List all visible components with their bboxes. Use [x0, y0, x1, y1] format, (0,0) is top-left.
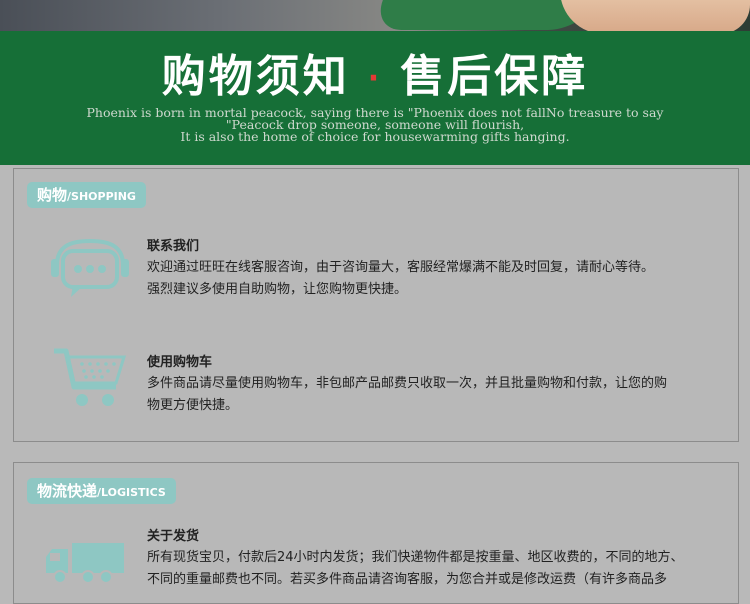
title-banner: 购物须知 · 售后保障 Phoenix is born in mortal peac… [0, 31, 750, 165]
item-line: 欢迎通过旺旺在线客服咨询，由于咨询量大，客服经常爆满不能及时回复，请耐心等待。 [147, 260, 655, 275]
banner-separator: · [367, 61, 383, 96]
shopping-section: 购物/SHOPPING 联系我们 欢迎通过旺旺在线客服咨询，由于咨询量大，客服经… [13, 168, 739, 442]
shopping-badge-cn: 购物 [37, 186, 68, 204]
banner-subtitle: Phoenix is born in mortal peacock, sayin… [0, 106, 750, 144]
shopping-cart-icon [54, 348, 126, 406]
item-title: 联系我们 [147, 239, 200, 254]
chat-support-icon [51, 238, 129, 297]
delivery-truck-icon [46, 543, 124, 584]
header-photo-strip [0, 0, 750, 34]
item-title: 关于发货 [147, 529, 200, 544]
logistics-section: 物流快递/LOGISTICS 关于发货 所有现货宝贝，付款后24小时内发货；我们… [13, 462, 739, 604]
shipping-item: 关于发货 所有现货宝贝，付款后24小时内发货；我们快递物件都是按重量、地区收费的… [147, 527, 722, 591]
banner-title-left: 购物须知 [161, 51, 350, 102]
use-cart-item: 使用购物车 多件商品请尽量使用购物车，非包邮产品邮费只收取一次，并且批量购物和付… [147, 353, 722, 417]
item-line: 不同的重量邮费也不同。若买多件商品请咨询客服，为您合并或是修改运费（有许多商品多 [147, 572, 668, 587]
item-line: 物更方便快捷。 [147, 398, 239, 413]
item-line: 强烈建议多使用自助购物，让您购物更快捷。 [147, 282, 408, 297]
contact-us-item: 联系我们 欢迎通过旺旺在线客服咨询，由于咨询量大，客服经常爆满不能及时回复，请耐… [147, 237, 722, 301]
banner-title: 购物须知 · 售后保障 [0, 49, 750, 107]
item-line: 多件商品请尽量使用购物车，非包邮产品邮费只收取一次，并且批量购物和付款，让您的购 [147, 376, 668, 391]
logistics-badge-cn: 物流快递 [37, 482, 98, 500]
banner-title-right: 售后保障 [400, 51, 589, 102]
item-line: 所有现货宝贝，付款后24小时内发货；我们快递物件都是按重量、地区收费的，不同的地… [147, 550, 684, 565]
banner-subtitle-line: It is also the home of choice for housew… [180, 129, 570, 144]
item-title: 使用购物车 [147, 355, 213, 370]
hand-decoration [560, 0, 750, 34]
shopping-badge: 购物/SHOPPING [27, 182, 146, 208]
logistics-badge: 物流快递/LOGISTICS [27, 478, 176, 504]
logistics-badge-en: /LOGISTICS [97, 486, 166, 499]
shopping-badge-en: /SHOPPING [67, 190, 136, 203]
